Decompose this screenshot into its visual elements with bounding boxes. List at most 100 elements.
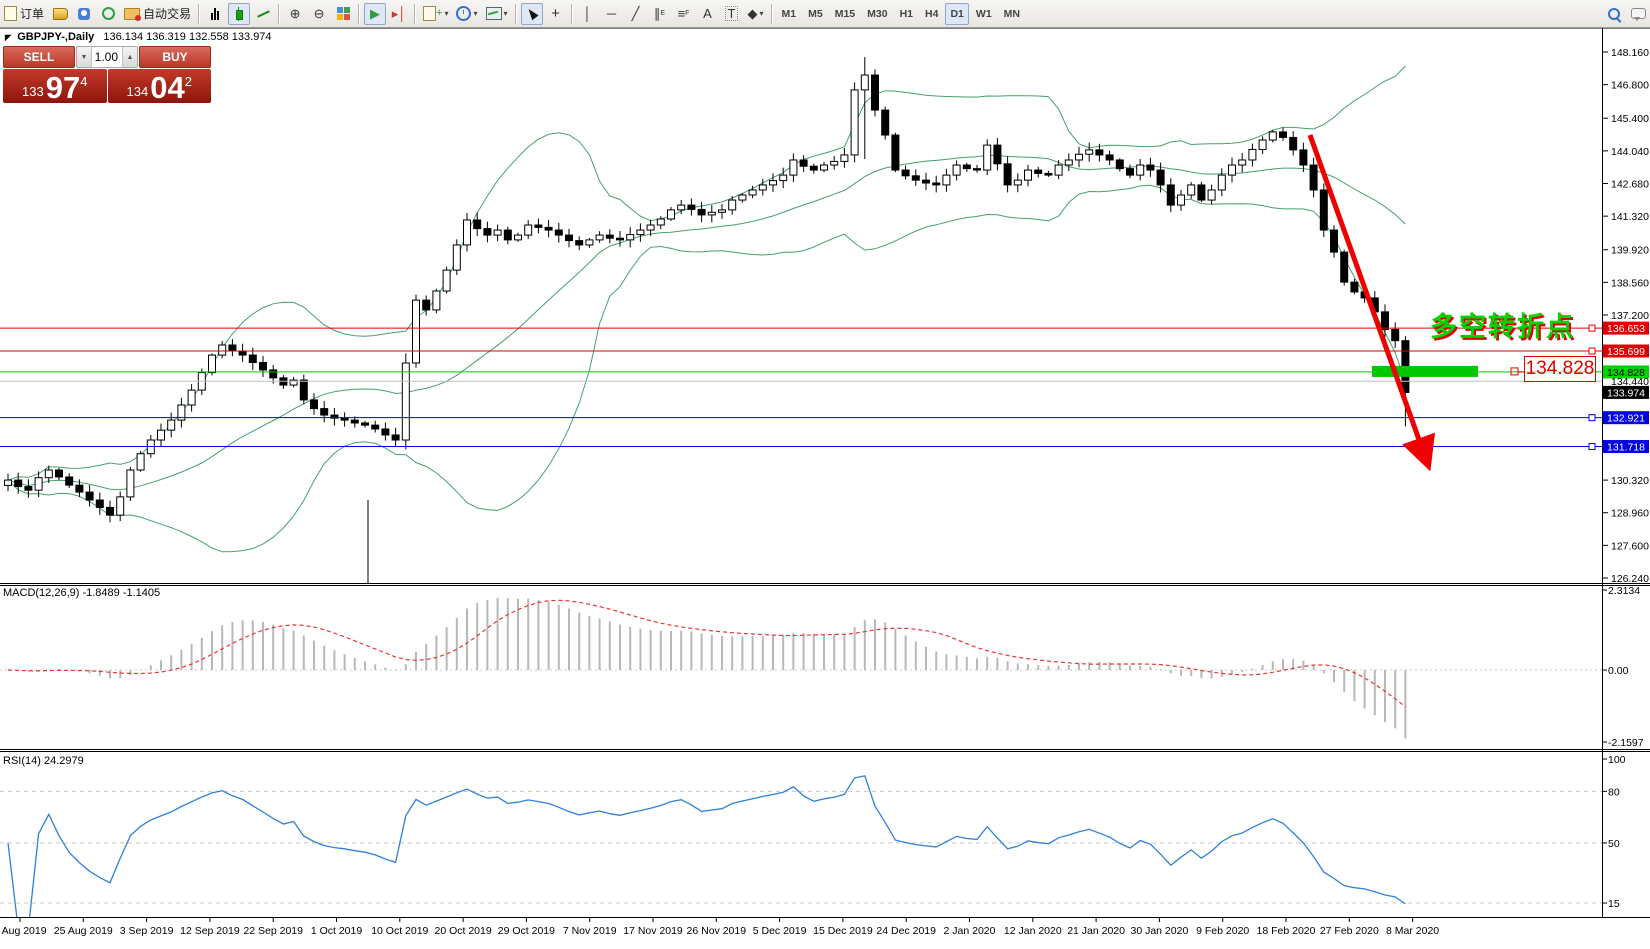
volume-stepper: ▼ 1.00 ▲ — [76, 46, 138, 68]
line-chart-button[interactable] — [252, 3, 274, 25]
volume-up-button[interactable]: ▲ — [122, 47, 137, 67]
hline-tool-button[interactable]: ─ — [601, 3, 623, 25]
sell-price[interactable]: 133 97 4 — [3, 69, 107, 103]
svg-text:8 Mar 2020: 8 Mar 2020 — [1386, 925, 1439, 937]
svg-text:7 Nov 2019: 7 Nov 2019 — [563, 925, 617, 937]
cursor-button[interactable] — [520, 2, 543, 25]
auto-scroll-button[interactable]: ▶ — [364, 2, 387, 25]
bar-chart-button[interactable] — [204, 3, 226, 25]
chart-shift-button[interactable]: ▸│ — [388, 3, 410, 25]
text-tool-button[interactable]: A — [697, 3, 719, 25]
vline-tool-button[interactable]: │ — [577, 3, 599, 25]
arrows-tool-button[interactable]: ◆ ▾ — [745, 3, 767, 25]
metaeditor-button[interactable] — [73, 3, 95, 25]
tf-h1-button[interactable]: H1 — [895, 3, 918, 25]
separator — [514, 3, 517, 24]
tf-m5-button[interactable]: M5 — [803, 3, 828, 25]
svg-text:10 Oct 2019: 10 Oct 2019 — [371, 925, 428, 937]
editor-icon — [78, 7, 91, 20]
tile-windows-button[interactable] — [332, 3, 354, 25]
ohlc-values: 136.134 136.319 132.558 133.974 — [103, 31, 272, 43]
svg-text:100: 100 — [1608, 754, 1626, 766]
buy-price[interactable]: 134 04 2 — [107, 69, 211, 103]
autotrading-label: 自动交易 — [143, 7, 192, 21]
text-icon: A — [703, 6, 712, 21]
templates-button[interactable]: ▾ — [483, 3, 511, 25]
svg-text:133.974: 133.974 — [1607, 387, 1645, 399]
autotrading-button[interactable]: 自动交易 — [121, 3, 194, 25]
chart-canvas[interactable]: 136.653135.699134.828134.440133.974132.9… — [0, 0, 1650, 949]
tf-w1-button[interactable]: W1 — [971, 3, 997, 25]
label-tool-button[interactable]: T — [721, 3, 743, 25]
market-watch-button[interactable] — [49, 3, 71, 25]
chart-title: ◤ GBPJPY-,Daily 136.134 136.319 132.558 … — [5, 31, 272, 43]
chevron-down-icon: ▾ — [503, 9, 508, 18]
price-label-box[interactable]: 134.828 — [1524, 356, 1596, 382]
fibonacci-tool-button[interactable]: ≡ F — [673, 3, 695, 25]
signals-button[interactable] — [97, 3, 119, 25]
text-annotation[interactable]: 多空转折点 — [1430, 305, 1575, 344]
line-chart-icon — [256, 9, 270, 18]
indicators-icon — [423, 6, 437, 21]
svg-text:131.718: 131.718 — [1607, 442, 1645, 454]
trendline-tool-button[interactable]: ╱ — [625, 3, 647, 25]
svg-text:128.960: 128.960 — [1611, 508, 1649, 520]
template-icon — [485, 7, 502, 20]
rsi-label: RSI(14) 24.2979 — [3, 755, 84, 767]
chevron-down-icon: ▾ — [473, 9, 478, 18]
search-button[interactable] — [1603, 3, 1625, 25]
chat-button[interactable] — [1627, 3, 1649, 25]
tf-m1-button[interactable]: M1 — [777, 3, 802, 25]
separator — [414, 3, 417, 24]
svg-text:15 Dec 2019: 15 Dec 2019 — [813, 925, 873, 937]
label-icon: T — [724, 6, 739, 21]
new-order-button[interactable]: 订单 — [1, 3, 47, 25]
tf-m30-button[interactable]: M30 — [862, 3, 892, 25]
svg-text:2 Jan 2020: 2 Jan 2020 — [944, 925, 996, 937]
buy-button[interactable]: BUY — [139, 46, 211, 68]
svg-text:0.00: 0.00 — [1608, 665, 1629, 677]
svg-text:30 Jan 2020: 30 Jan 2020 — [1130, 925, 1188, 937]
separator — [198, 3, 201, 24]
svg-text:3 Sep 2019: 3 Sep 2019 — [120, 925, 174, 937]
indicators-button[interactable]: + ▾ — [420, 3, 451, 25]
zoom-out-button[interactable]: ⊖ — [308, 3, 330, 25]
svg-text:132.921: 132.921 — [1607, 413, 1645, 425]
book-icon — [52, 7, 68, 20]
zoom-in-button[interactable]: ⊕ — [284, 3, 306, 25]
crosshair-icon: + — [551, 5, 560, 22]
svg-text:24 Dec 2019: 24 Dec 2019 — [876, 925, 936, 937]
candle-chart-button[interactable] — [228, 2, 251, 25]
hline-icon: ─ — [606, 6, 617, 21]
crosshair-button[interactable]: + — [545, 3, 567, 25]
tf-d1-button[interactable]: D1 — [945, 2, 969, 25]
trendline-icon: ╱ — [631, 6, 640, 21]
volume-value[interactable]: 1.00 — [92, 47, 122, 67]
chart-shift-icon: ▸│ — [391, 6, 407, 21]
svg-text:141.320: 141.320 — [1611, 211, 1649, 223]
svg-text:144.040: 144.040 — [1611, 146, 1649, 158]
fibonacci-icon: ≡ — [677, 6, 686, 21]
tf-mn-button[interactable]: MN — [999, 3, 1025, 25]
signal-icon — [101, 7, 115, 20]
autotrading-icon — [124, 7, 142, 21]
svg-text:139.920: 139.920 — [1611, 245, 1649, 257]
periods-button[interactable]: ▾ — [453, 3, 480, 25]
symbol-period-label: GBPJPY-,Daily — [17, 31, 95, 43]
one-click-toggle-icon[interactable]: ◤ — [5, 33, 11, 42]
svg-text:21 Jan 2020: 21 Jan 2020 — [1067, 925, 1125, 937]
macd-label: MACD(12,26,9) -1.8489 -1.1405 — [3, 587, 161, 599]
channel-tool-button[interactable]: ∥ E — [649, 3, 671, 25]
svg-text:27 Feb 2020: 27 Feb 2020 — [1320, 925, 1379, 937]
svg-text:20 Oct 2019: 20 Oct 2019 — [434, 925, 491, 937]
volume-down-button[interactable]: ▼ — [77, 47, 92, 67]
sell-button[interactable]: SELL — [3, 46, 75, 68]
chat-icon — [1630, 8, 1646, 21]
search-icon — [1608, 7, 1622, 23]
svg-text:29 Oct 2019: 29 Oct 2019 — [498, 925, 555, 937]
tf-m15-button[interactable]: M15 — [830, 3, 860, 25]
tf-h4-button[interactable]: H4 — [920, 3, 943, 25]
new-order-label: 订单 — [20, 7, 45, 21]
thick-level-segment[interactable] — [1372, 365, 1478, 377]
svg-text:148.160: 148.160 — [1611, 47, 1649, 59]
